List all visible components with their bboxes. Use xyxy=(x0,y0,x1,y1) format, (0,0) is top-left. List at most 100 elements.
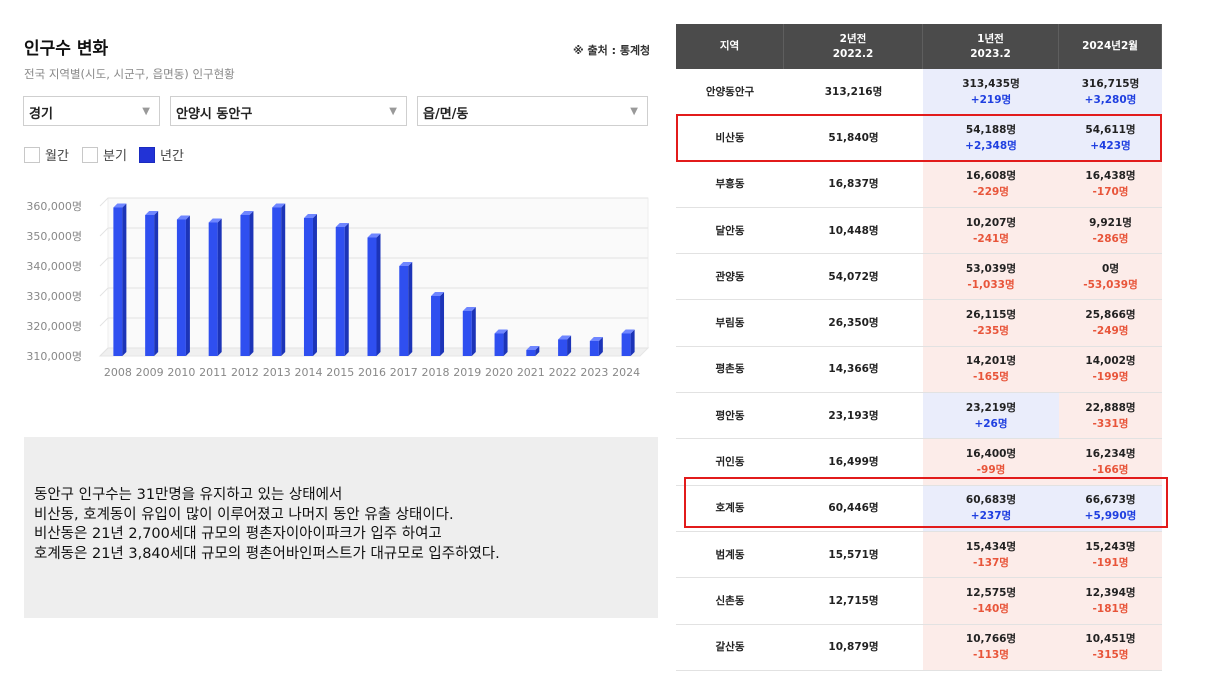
current-cell: 316,715명 +3,280명 xyxy=(1059,69,1162,115)
note-line: 동안구 인구수는 31만명을 유지하고 있는 상태에서 xyxy=(34,487,343,503)
current-cell: 10,451명 -315명 xyxy=(1059,624,1162,670)
bar xyxy=(494,333,504,356)
region-cell: 안양동안구 xyxy=(676,69,784,115)
current-cell: 16,234명 -166명 xyxy=(1059,439,1162,485)
bar-side xyxy=(217,218,222,356)
note-line: 비산동, 호계동이 유입이 많이 이루어졌고 나머지 동안 유출 상태이다. xyxy=(34,506,454,523)
bar-side xyxy=(408,262,413,356)
city-select[interactable]: 안양시 동안구 ▼ xyxy=(170,96,407,126)
header-region: 지역 xyxy=(676,24,784,69)
checkbox-icon xyxy=(24,146,40,163)
region-cell: 평안동 xyxy=(676,393,784,439)
table-row[interactable]: 달안동 10,448명 10,207명 -241명 9,921명 -286명 xyxy=(676,207,1162,255)
one-year-ago-cell: 313,435명 +219명 xyxy=(923,69,1059,115)
note-line: 비산동은 21년 2,700세대 규모의 평촌자이아이파크가 입주 하여고 xyxy=(34,526,442,542)
gridline-depth xyxy=(99,227,109,237)
bar-side xyxy=(312,214,317,356)
y-tick-label: 340,000명 xyxy=(26,260,82,273)
region-cell: 관양동 xyxy=(676,254,784,300)
two-years-ago-cell: 313,216명 xyxy=(784,69,923,115)
y-tick-label: 310,000명 xyxy=(26,350,82,363)
x-tick-label: 2021 xyxy=(517,366,545,379)
bar xyxy=(462,311,472,356)
bar xyxy=(399,266,409,356)
bar xyxy=(240,215,250,356)
current-cell: 16,438명 -170명 xyxy=(1059,161,1162,207)
region-cell: 비산동 xyxy=(676,115,784,161)
table-row[interactable]: 관양동 54,072명 53,039명 -1,033명 0명 -53,039명 xyxy=(676,254,1162,301)
chevron-down-icon: ▼ xyxy=(630,106,638,117)
page-subtitle: 전국 지역별(시도, 시군구, 읍면동) 인구현황 xyxy=(24,67,235,81)
table-row[interactable]: 귀인동 16,499명 16,400명 -99명 16,234명 -166명 xyxy=(676,439,1162,486)
current-cell: 66,673명 +5,990명 xyxy=(1059,485,1162,531)
two-years-ago-cell: 26,350명 xyxy=(784,300,923,346)
gridline-depth xyxy=(99,197,109,207)
province-select[interactable]: 경기 ▼ xyxy=(23,96,160,126)
table-row[interactable]: 평촌동 14,366명 14,201명 -165명 14,002명 -199명 xyxy=(676,346,1162,394)
bar-side xyxy=(185,215,190,356)
town-select[interactable]: 읍/면/동 ▼ xyxy=(417,96,648,126)
table-row[interactable]: 평안동 23,193명 23,219명 +26명 22,888명 -331명 xyxy=(676,393,1162,440)
bar xyxy=(558,339,568,356)
region-cell: 달안동 xyxy=(676,207,784,254)
x-tick-label: 2016 xyxy=(358,366,386,379)
city-select-value: 안양시 동안구 xyxy=(176,107,253,122)
chevron-down-icon: ▼ xyxy=(389,106,397,117)
region-cell: 부림동 xyxy=(676,300,784,346)
y-tick-label: 350,000명 xyxy=(26,230,82,243)
gridline-depth xyxy=(99,317,109,327)
region-cell: 호계동 xyxy=(676,485,784,531)
one-year-ago-cell: 10,207명 -241명 xyxy=(923,207,1059,254)
population-table: 지역 2년전 2022.2 1년전 2023.2 2024년2월 안양동안구 3… xyxy=(676,24,1162,671)
table-row[interactable]: 비산동 51,840명 54,188명 +2,348명 54,611명 +423… xyxy=(676,115,1162,162)
one-year-ago-cell: 16,608명 -229명 xyxy=(923,161,1059,207)
bar-side xyxy=(471,307,476,356)
bar xyxy=(367,237,377,356)
region-cell: 귀인동 xyxy=(676,439,784,485)
table-row[interactable]: 호계동 60,446명 60,683명 +237명 66,673명 +5,990… xyxy=(676,485,1162,532)
two-years-ago-cell: 10,448명 xyxy=(784,207,923,254)
table-row[interactable]: 부림동 26,350명 26,115명 -235명 25,866명 -249명 xyxy=(676,300,1162,347)
x-tick-label: 2008 xyxy=(104,366,132,379)
one-year-ago-cell: 15,434명 -137명 xyxy=(923,531,1059,578)
x-tick-label: 2012 xyxy=(231,366,259,379)
chevron-down-icon: ▼ xyxy=(142,106,150,117)
period-yearly-checkbox[interactable]: 년간 xyxy=(139,145,184,164)
x-tick-label: 2010 xyxy=(167,366,195,379)
table-row[interactable]: 갈산동 10,879명 10,766명 -113명 10,451명 -315명 xyxy=(676,624,1162,671)
bar-side xyxy=(281,203,286,356)
checkbox-icon xyxy=(82,146,98,163)
current-cell: 22,888명 -331명 xyxy=(1059,393,1162,439)
y-tick-label: 360,000명 xyxy=(26,200,82,213)
two-years-ago-cell: 15,571명 xyxy=(784,531,923,578)
table-row[interactable]: 안양동안구 313,216명 313,435명 +219명 316,715명 +… xyxy=(676,69,1162,116)
one-year-ago-cell: 10,766명 -113명 xyxy=(923,624,1059,670)
bar xyxy=(208,222,218,356)
two-years-ago-cell: 54,072명 xyxy=(784,254,923,300)
bar xyxy=(335,227,345,356)
x-tick-label: 2022 xyxy=(549,366,577,379)
period-quarterly-checkbox[interactable]: 분기 xyxy=(82,145,127,164)
bar-side xyxy=(154,211,159,356)
table-row[interactable]: 부흥동 16,837명 16,608명 -229명 16,438명 -170명 xyxy=(676,161,1162,208)
one-year-ago-cell: 23,219명 +26명 xyxy=(923,393,1059,439)
y-tick-label: 330,000명 xyxy=(26,290,82,303)
table-row[interactable]: 범계동 15,571명 15,434명 -137명 15,243명 -191명 xyxy=(676,531,1162,579)
two-years-ago-cell: 60,446명 xyxy=(784,485,923,531)
bar xyxy=(526,350,536,356)
x-tick-label: 2015 xyxy=(326,366,354,379)
period-monthly-label: 월간 xyxy=(45,149,69,164)
x-tick-label: 2011 xyxy=(199,366,227,379)
checkbox-checked-icon xyxy=(139,146,155,163)
period-monthly-checkbox[interactable]: 월간 xyxy=(24,145,69,164)
header-1year-ago: 1년전 2023.2 xyxy=(923,24,1059,69)
two-years-ago-cell: 14,366명 xyxy=(784,346,923,393)
region-cell: 부흥동 xyxy=(676,161,784,207)
bar-side xyxy=(344,223,349,356)
x-tick-label: 2009 xyxy=(136,366,164,379)
bar-side xyxy=(376,233,381,356)
table-row[interactable]: 신촌동 12,715명 12,575명 -140명 12,394명 -181명 xyxy=(676,578,1162,625)
one-year-ago-cell: 14,201명 -165명 xyxy=(923,346,1059,393)
two-years-ago-cell: 10,879명 xyxy=(784,624,923,670)
x-tick-label: 2020 xyxy=(485,366,513,379)
